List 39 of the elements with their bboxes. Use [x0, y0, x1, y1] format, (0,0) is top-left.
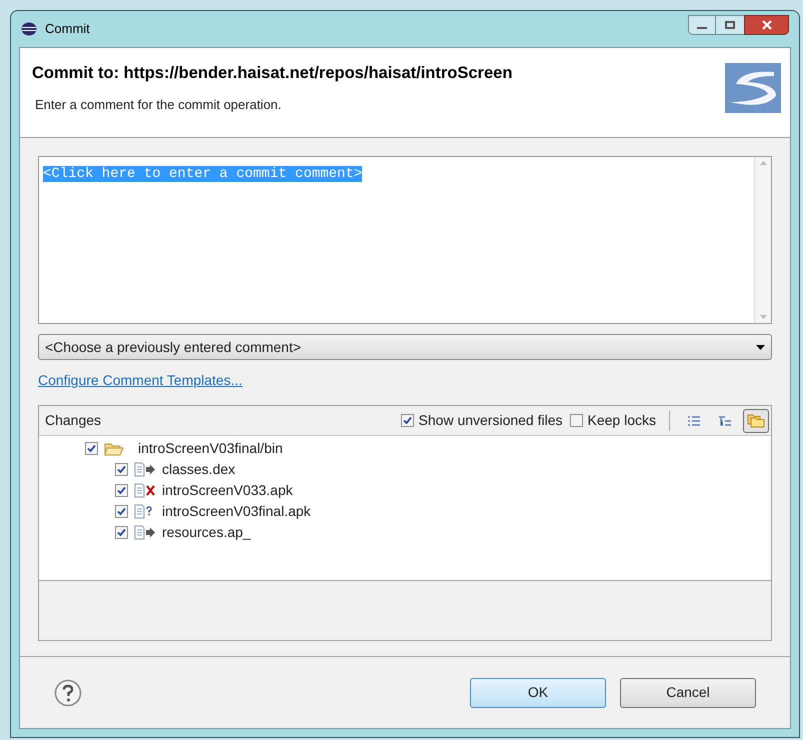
minimize-button[interactable]: [688, 15, 716, 35]
option-label: Show unversioned files: [418, 411, 563, 430]
view-mode-button[interactable]: [743, 408, 769, 432]
dialog-button[interactable]: Cancel: [620, 678, 756, 708]
folder-icon: [104, 442, 124, 456]
dialog-button[interactable]: OK: [470, 678, 606, 708]
close-button[interactable]: [744, 15, 789, 35]
subversion-logo-icon: [724, 62, 782, 114]
file-deleted-icon: [134, 483, 156, 498]
eclipse-icon: [21, 22, 37, 36]
tree-item[interactable]: introScreenV03final.apk: [162, 501, 311, 522]
changes-label: Changes: [45, 411, 102, 430]
dialog-heading: Commit to: https://bender.haisat.net/repos/haisat/introScreen: [32, 63, 514, 84]
list-icon: [687, 414, 701, 426]
tree-item[interactable]: introScreenV033.apk: [162, 480, 293, 501]
checkbox[interactable]: [400, 414, 414, 427]
comment-text: <Click here to enter a commit comment>: [43, 166, 362, 182]
folders-icon: [747, 414, 765, 428]
tree-item[interactable]: resources.ap_: [162, 522, 251, 543]
option-label: Keep locks: [588, 411, 656, 430]
tree-icon: [718, 414, 732, 426]
file-arrow-icon: [134, 462, 156, 477]
maximize-button[interactable]: [716, 15, 744, 35]
close-icon: [762, 20, 772, 30]
checkbox[interactable]: [115, 484, 128, 497]
window-title: Commit: [45, 20, 90, 38]
checkbox[interactable]: [85, 442, 98, 455]
checkbox[interactable]: [115, 526, 128, 539]
tree-item[interactable]: introScreenV03final/bin: [138, 438, 283, 459]
previous-comment-dropdown[interactable]: <Choose a previously entered comment>: [38, 334, 772, 360]
checkbox[interactable]: [570, 414, 583, 427]
tree-item[interactable]: classes.dex: [162, 459, 236, 480]
dialog-description: Enter a comment for the commit operation.: [34, 96, 282, 114]
caret-icon: [756, 344, 765, 350]
help-icon[interactable]: [54, 678, 82, 706]
checkbox[interactable]: [115, 463, 128, 476]
checkbox[interactable]: [115, 505, 128, 518]
templates-link[interactable]: Configure Comment Templates...: [38, 370, 242, 391]
file-arrow-icon: [134, 525, 156, 540]
